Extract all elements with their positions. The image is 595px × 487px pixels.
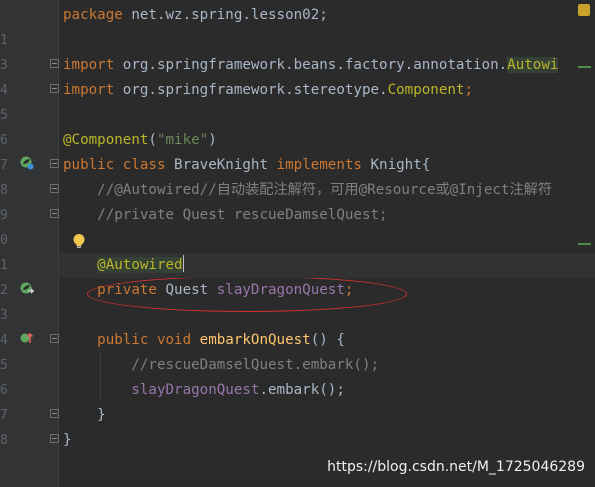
code-line[interactable]: @Autowired [59, 253, 595, 278]
line-number[interactable]: 5 [0, 103, 12, 128]
code-token: Component [387, 82, 465, 98]
code-token: package [63, 7, 123, 23]
code-line[interactable]: import org.springframework.stereotype.Co… [59, 78, 595, 103]
code-text[interactable]: package net.wz.spring.lesson02; [63, 3, 328, 28]
code-token: .embark(); [259, 382, 345, 398]
line-number[interactable]: 2 [0, 278, 12, 303]
code-text[interactable]: import org.springframework.stereotype.Co… [63, 78, 473, 103]
code-token: ) [208, 132, 217, 148]
code-line[interactable]: //rescueDamselQuest.embark(); [59, 353, 595, 378]
code-token: "mike" [156, 132, 209, 148]
line-number[interactable]: 0 [0, 228, 12, 253]
code-text[interactable]: @Autowired [63, 253, 184, 278]
line-number[interactable]: 1 [0, 253, 12, 278]
code-line[interactable] [59, 28, 595, 53]
code-line[interactable]: package net.wz.spring.lesson02; [59, 3, 595, 28]
code-text[interactable]: public class BraveKnight implements Knig… [63, 153, 430, 178]
code-token: //rescueDamselQuest.embark(); [63, 357, 380, 373]
line-number[interactable]: 5 [0, 353, 12, 378]
code-line[interactable]: } [59, 403, 595, 428]
fold-marker-method-end[interactable] [50, 409, 59, 418]
code-line[interactable]: public class BraveKnight implements Knig… [59, 153, 595, 178]
fold-marker-imports-end[interactable] [50, 84, 59, 93]
code-text[interactable]: public void embarkOnQuest() { [63, 328, 345, 353]
code-line[interactable]: @Component("mike") [59, 128, 595, 153]
code-line[interactable]: } [59, 428, 595, 453]
code-text[interactable]: //@Autowired//自动装配注解符，可用@Resource或@Injec… [63, 178, 552, 203]
line-number[interactable]: 7 [0, 403, 12, 428]
override-icon[interactable] [20, 331, 34, 345]
code-token: Autowi [507, 57, 559, 73]
code-text[interactable]: @Component("mike") [63, 128, 217, 153]
code-token: private [97, 282, 166, 298]
fold-marker-method[interactable] [50, 334, 59, 343]
autowired-navigate-icon[interactable] [20, 281, 34, 295]
code-line[interactable]: import org.springframework.beans.factory… [59, 53, 595, 78]
code-token: public void [97, 332, 200, 348]
line-number[interactable]: 4 [0, 78, 12, 103]
code-token: public class [63, 157, 175, 173]
line-number[interactable]: 8 [0, 178, 12, 203]
watermark: https://blog.csdn.net/M_1725046289 [327, 459, 585, 475]
code-token: BraveKnight [174, 157, 277, 173]
code-token: () { [310, 332, 345, 348]
fold-marker-comment-end[interactable] [50, 209, 59, 218]
code-text[interactable]: import org.springframework.beans.factory… [63, 53, 559, 78]
line-number[interactable]: 3 [0, 53, 12, 78]
line-number[interactable] [0, 3, 12, 28]
code-line[interactable] [59, 228, 595, 253]
code-token: embarkOnQuest [199, 332, 311, 348]
text-caret [182, 255, 184, 272]
code-token: org.springframework.stereotype. [114, 82, 388, 98]
code-token: //private Quest rescueDamselQuest; [63, 207, 388, 223]
code-token: @Component [63, 132, 149, 148]
code-token: } [63, 432, 72, 448]
code-line[interactable]: public void embarkOnQuest() { [59, 328, 595, 353]
code-text[interactable]: } [63, 403, 106, 428]
line-number[interactable]: 9 [0, 203, 12, 228]
line-number[interactable]: 6 [0, 128, 12, 153]
line-number[interactable]: 4 [0, 328, 12, 353]
spring-bean-icon[interactable] [20, 156, 34, 170]
code-line[interactable]: slayDragonQuest.embark(); [59, 378, 595, 403]
code-line[interactable] [59, 303, 595, 328]
line-number[interactable]: 7 [0, 153, 12, 178]
code-token: import [63, 82, 115, 98]
code-token: @Autowired [97, 257, 183, 273]
code-token: } [63, 407, 106, 423]
line-number[interactable]: 6 [0, 378, 12, 403]
code-text[interactable]: slayDragonQuest.embark(); [63, 378, 345, 403]
code-token: import [63, 57, 115, 73]
code-text[interactable]: //private Quest rescueDamselQuest; [63, 203, 388, 228]
code-token: Quest [165, 282, 217, 298]
code-token: net.wz.spring.lesson02; [122, 7, 328, 23]
fold-marker-comment-start[interactable] [50, 184, 59, 193]
code-text[interactable]: } [63, 428, 72, 453]
code-line[interactable]: private Quest slayDragonQuest; [59, 278, 595, 303]
fold-marker-class-end[interactable] [50, 434, 59, 443]
line-number[interactable]: 3 [0, 303, 12, 328]
code-token: ; [464, 82, 474, 98]
code-token: slayDragonQuest [216, 282, 345, 298]
code-token: //@Autowired//自动装配注解符，可用@Resource或@Injec… [63, 182, 553, 198]
line-number[interactable]: 8 [0, 428, 12, 453]
code-token: ; [344, 282, 354, 298]
code-token: Knight{ [370, 157, 431, 173]
fold-marker-imports[interactable] [50, 59, 59, 68]
code-token: slayDragonQuest [131, 382, 260, 398]
line-number[interactable]: 1 [0, 28, 12, 53]
code-line[interactable]: //@Autowired//自动装配注解符，可用@Resource或@Injec… [59, 178, 595, 203]
code-token: ( [148, 132, 157, 148]
code-line[interactable]: //private Quest rescueDamselQuest; [59, 203, 595, 228]
code-token: org.springframework.beans.factory.annota… [114, 57, 508, 73]
code-token: implements [276, 157, 371, 173]
code-text[interactable]: //rescueDamselQuest.embark(); [63, 353, 379, 378]
code-text[interactable]: private Quest slayDragonQuest; [63, 278, 353, 303]
fold-marker-class[interactable] [50, 159, 59, 168]
code-line[interactable] [59, 103, 595, 128]
